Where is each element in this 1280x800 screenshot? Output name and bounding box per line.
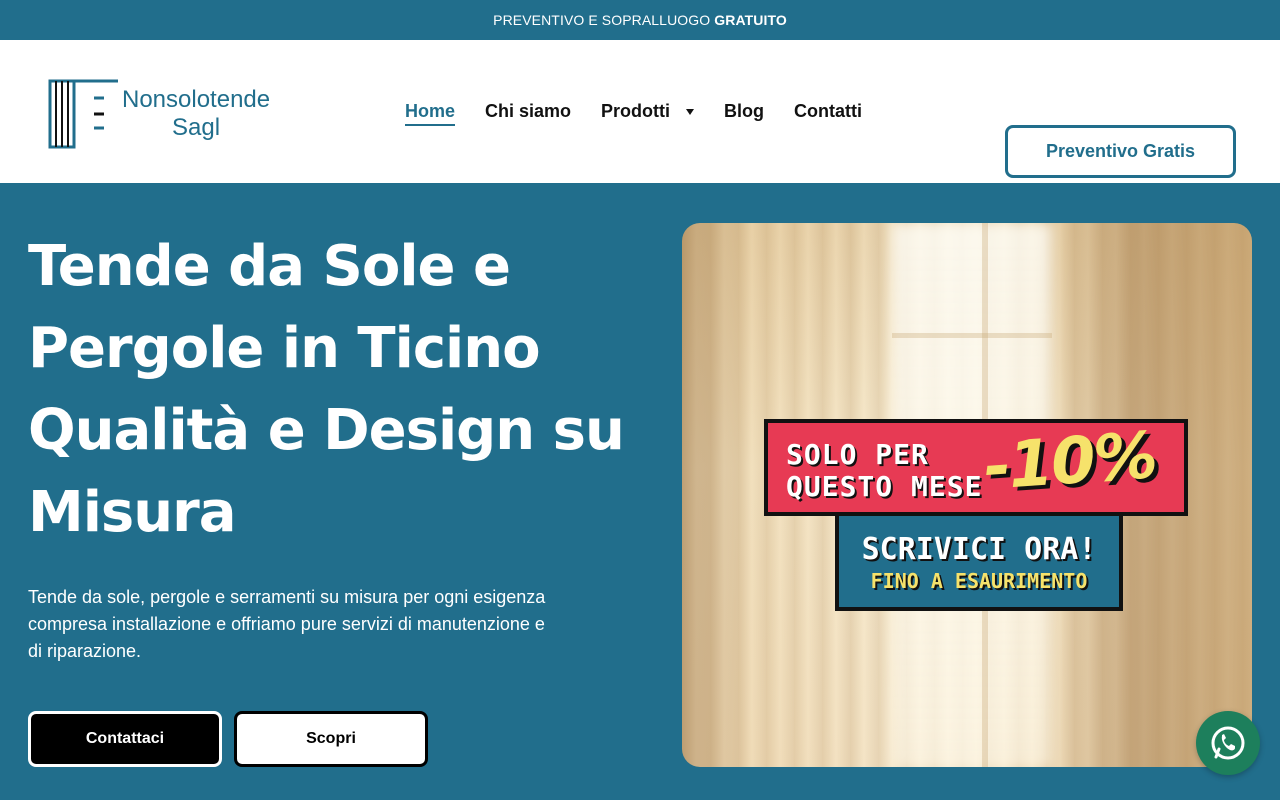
whatsapp-icon [1211, 726, 1245, 760]
nav-item-home[interactable]: Home [405, 101, 456, 126]
hero-description: Tende da sole, pergole e serramenti su m… [28, 587, 546, 661]
promo-cta-box: SCRIVICI ORA! FINO A ESAURIMENTO [835, 512, 1123, 611]
chevron-down-icon[interactable] [686, 108, 695, 115]
nav-item-chi-siamo[interactable]: Chi siamo [485, 101, 571, 122]
promo-text: SOLO PER QUESTO MESE [786, 439, 982, 503]
announcement-bar: PREVENTIVO E SOPRALLUOGO GRATUITO [0, 0, 1280, 40]
curtain-logo-icon [48, 79, 118, 149]
site-header: Nonsolotende Sagl Home Chi siamo Prodott… [0, 40, 1280, 183]
nav-item-prodotti-label: Prodotti [601, 101, 671, 121]
hero-promo-image[interactable]: SOLO PER QUESTO MESE -10% SCRIVICI ORA! … [682, 223, 1252, 767]
announcement-highlight: GRATUITO [714, 12, 787, 28]
announcement-text: PREVENTIVO E SOPRALLUOGO [493, 12, 711, 28]
brand-name-line2: Sagl [172, 114, 221, 141]
promo-discount: -10% [981, 419, 1159, 505]
hero-title-line: Qualità e Design su [28, 398, 625, 463]
main-navigation: Home Chi siamo Prodotti Blog Contatti [405, 40, 862, 183]
hero-title-line: Pergole in Ticino [28, 316, 541, 381]
hero-title-line: Tende da Sole e [28, 234, 511, 299]
hero-title: Tende da Sole e Pergole in Ticino Qualit… [28, 226, 628, 554]
promo-line1: SOLO PER [786, 438, 929, 471]
brand-logo[interactable]: Nonsolotende Sagl [48, 78, 270, 150]
contattaci-button[interactable]: Contattaci [28, 711, 222, 767]
preventivo-gratis-button[interactable]: Preventivo Gratis [1005, 125, 1236, 178]
nav-item-contatti[interactable]: Contatti [794, 101, 862, 122]
promo-sub-text: FINO A ESAURIMENTO [870, 569, 1088, 593]
nav-item-blog[interactable]: Blog [724, 101, 764, 122]
nav-item-prodotti[interactable]: Prodotti [601, 101, 695, 122]
promo-banner: SOLO PER QUESTO MESE -10% [764, 419, 1188, 516]
promo-cta-text: SCRIVICI ORA! [861, 532, 1097, 567]
window-frame [892, 333, 1052, 338]
hero-title-line: Misura [28, 480, 237, 545]
promo-line2: QUESTO MESE [786, 470, 983, 503]
whatsapp-button[interactable] [1196, 711, 1260, 775]
brand-name: Nonsolotende Sagl [122, 86, 270, 142]
scopri-button[interactable]: Scopri [234, 711, 428, 767]
brand-name-line1: Nonsolotende [122, 86, 271, 113]
